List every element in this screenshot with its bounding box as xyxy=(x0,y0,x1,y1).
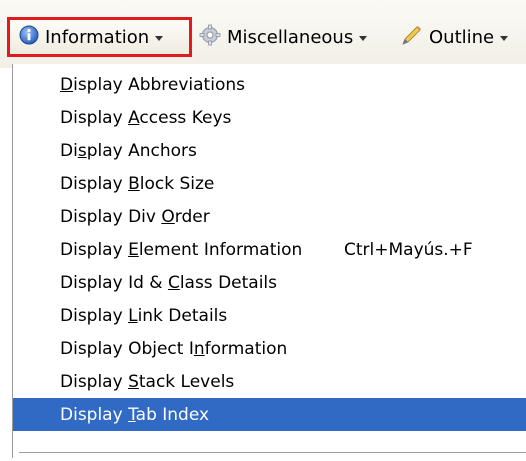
menu-item-label-text: lement Information xyxy=(138,239,303,260)
menu-item-label: Display Tab Index xyxy=(60,405,209,425)
web-developer-toolbar: Information Miscellaneous Outline xyxy=(0,0,526,68)
menu-item-label-text: Display xyxy=(60,305,129,326)
menu-item-display-link-details[interactable]: Display Link Details xyxy=(13,299,526,332)
menu-item-label-text: lass Details xyxy=(179,272,278,293)
menu-item-label: Display Object Information xyxy=(60,339,287,359)
menu-item-label-text: rder xyxy=(174,206,210,227)
menu-separator xyxy=(19,452,526,453)
menu-item-display-anchors[interactable]: Display Anchors xyxy=(13,134,526,167)
access-key: D xyxy=(60,74,74,95)
information-dropdown-menu: Display Abbreviations Display Access Keys… xyxy=(12,64,526,458)
menu-item-display-block-size[interactable]: Display Block Size xyxy=(13,167,526,200)
menu-item-label-text: Display Id & xyxy=(60,272,168,293)
information-menu-label: Information xyxy=(45,26,150,48)
pencil-icon xyxy=(399,23,423,52)
miscellaneous-menu-label: Miscellaneous xyxy=(227,26,354,48)
menu-item-label: Display Id & Class Details xyxy=(60,273,277,293)
outline-menu-label: Outline xyxy=(429,26,495,48)
menu-item-label: Display Abbreviations xyxy=(60,75,245,95)
menu-item-label: Display Access Keys xyxy=(60,108,231,128)
menu-item-label-text: Display xyxy=(60,404,129,425)
access-key: n xyxy=(193,338,205,359)
menu-item-label-text: Display Div xyxy=(60,206,162,227)
menu-item-label: Display Element Information xyxy=(60,240,302,260)
chevron-down-icon xyxy=(359,35,368,41)
menu-item-label-text: ab Index xyxy=(135,404,210,425)
menu-item-label: Display Stack Levels xyxy=(60,372,234,392)
access-key: E xyxy=(128,239,139,260)
menu-item-label-text: ccess Keys xyxy=(139,107,232,128)
access-key: A xyxy=(128,107,140,128)
menu-item-label-text: Di xyxy=(60,140,78,161)
menu-item-display-object-information[interactable]: Display Object Information xyxy=(13,332,526,365)
information-menu-button[interactable]: Information xyxy=(7,17,192,57)
menu-item-label-text: formation xyxy=(204,338,288,359)
menu-item-label: Display Block Size xyxy=(60,174,214,194)
menu-item-label: Display Div Order xyxy=(60,207,210,227)
access-key: T xyxy=(128,404,136,425)
menu-item-display-access-keys[interactable]: Display Access Keys xyxy=(13,101,526,134)
menu-item-label-text: Display Object I xyxy=(60,338,194,359)
menu-item-label-text: Display xyxy=(60,173,129,194)
gear-icon xyxy=(199,24,221,51)
menu-item-label-text: Display xyxy=(60,107,129,128)
menu-item-label: Display Link Details xyxy=(60,306,227,326)
menu-item-label-text: lock Size xyxy=(139,173,215,194)
access-key: O xyxy=(161,206,175,227)
menu-item-display-id-class-details[interactable]: Display Id & Class Details xyxy=(13,266,526,299)
menu-item-label-text: isplay Abbreviations xyxy=(73,74,245,95)
menu-item-display-element-information[interactable]: Display Element Information Ctrl+Mayús.+F xyxy=(13,233,526,266)
menu-item-label-text: play Anchors xyxy=(86,140,197,161)
access-key: B xyxy=(128,173,140,194)
menu-item-label-text: tack Levels xyxy=(138,371,235,392)
chevron-down-icon xyxy=(155,35,164,41)
menu-item-display-tab-index[interactable]: Display Tab Index xyxy=(13,398,526,431)
access-key: s xyxy=(77,140,87,161)
menu-item-label-text: ink Details xyxy=(137,305,228,326)
menu-item-display-div-order[interactable]: Display Div Order xyxy=(13,200,526,233)
miscellaneous-menu-button[interactable]: Miscellaneous xyxy=(199,23,368,51)
menu-item-label: Display Anchors xyxy=(60,141,197,161)
info-circle-icon xyxy=(19,25,39,50)
access-key: S xyxy=(128,371,139,392)
menu-item-display-abbreviations[interactable]: Display Abbreviations xyxy=(13,68,526,101)
access-key: L xyxy=(128,305,138,326)
chevron-down-icon xyxy=(500,35,509,41)
menu-item-label-text: Display xyxy=(60,371,129,392)
outline-menu-button[interactable]: Outline xyxy=(399,23,509,52)
access-key: C xyxy=(167,272,180,293)
web-developer-window: Information Miscellaneous Outline Displa… xyxy=(0,0,526,461)
keyboard-shortcut: Ctrl+Mayús.+F xyxy=(344,239,473,260)
menu-item-display-stack-levels[interactable]: Display Stack Levels xyxy=(13,365,526,398)
menu-item-label-text: Display xyxy=(60,239,129,260)
